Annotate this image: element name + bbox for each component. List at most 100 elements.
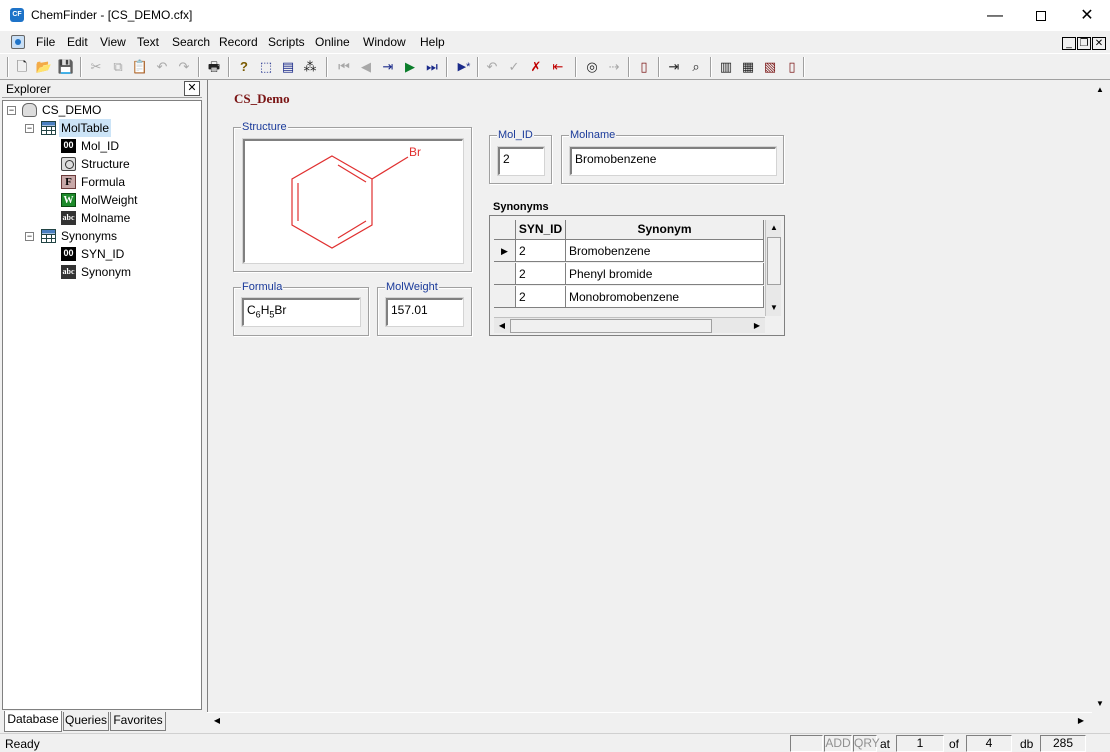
goto-record-icon[interactable]: ⇥ <box>379 58 397 76</box>
grid-hscroll-thumb[interactable] <box>510 319 712 333</box>
query-icon[interactable]: ⇥ <box>665 58 683 76</box>
tree-node-syn-id[interactable]: 00 SYN_ID <box>59 245 189 263</box>
subform-icon[interactable]: ▧ <box>761 58 779 76</box>
explorer-close-button[interactable]: ✕ <box>184 81 200 96</box>
new-icon[interactable]: 🗋 <box>13 58 31 76</box>
scroll-right-icon[interactable]: ▶ <box>1073 713 1089 729</box>
previous-record-icon[interactable]: ◀ <box>357 58 375 76</box>
tree-node-molname[interactable]: abc Molname <box>59 209 189 227</box>
select-icon[interactable]: ⬚ <box>257 58 275 76</box>
table-row[interactable]: Bromobenzene <box>566 240 764 262</box>
molweight-field[interactable]: 157.01 <box>385 297 464 327</box>
copy-icon[interactable]: ⧉ <box>109 58 127 76</box>
report-icon[interactable]: ▯ <box>783 58 801 76</box>
column-header-syn-id[interactable]: SYN_ID <box>516 220 566 240</box>
collapse-icon[interactable]: − <box>25 124 34 133</box>
row-selector[interactable] <box>494 286 516 308</box>
open-icon[interactable]: 📂 <box>35 58 53 76</box>
find-next-icon[interactable]: ⇢ <box>605 58 623 76</box>
table-row[interactable]: 2 <box>516 286 566 308</box>
magic-wand-icon[interactable]: ⁂ <box>301 58 319 76</box>
scroll-up-icon[interactable]: ▲ <box>766 220 782 236</box>
column-header-synonym[interactable]: Synonym <box>566 220 764 240</box>
undo-changes-icon[interactable]: ↶ <box>483 58 501 76</box>
scroll-right-icon[interactable]: ▶ <box>749 318 765 334</box>
molname-field[interactable]: Bromobenzene <box>569 146 777 176</box>
tree-node-molweight[interactable]: W MolWeight <box>59 191 189 209</box>
list-icon[interactable]: ▯ <box>635 58 653 76</box>
tab-database[interactable]: Database <box>4 711 62 732</box>
tab-queries[interactable]: Queries <box>63 712 109 731</box>
menu-edit[interactable]: Edit <box>67 35 88 49</box>
paste-form-icon[interactable]: ▦ <box>739 58 757 76</box>
mdi-minimize-button[interactable]: _ <box>1062 37 1076 50</box>
menu-online[interactable]: Online <box>315 35 350 49</box>
print-icon[interactable]: 🖶 <box>205 58 223 76</box>
last-record-icon[interactable]: ⏭ <box>423 58 441 76</box>
maximize-button[interactable] <box>1018 0 1064 31</box>
menu-search[interactable]: Search <box>172 35 210 49</box>
scroll-up-icon[interactable]: ▲ <box>1092 82 1108 98</box>
formula-field[interactable]: C6H5Br <box>241 297 361 327</box>
menu-file[interactable]: File <box>36 35 55 49</box>
mdi-close-button[interactable]: ✕ <box>1092 37 1106 50</box>
grid-vertical-scrollbar[interactable]: ▲ ▼ <box>765 220 781 316</box>
grid-horizontal-scrollbar[interactable]: ◀ ▶ <box>494 317 765 333</box>
bromine-atom-label: Br <box>409 145 421 159</box>
save-icon[interactable]: 💾 <box>57 58 75 76</box>
delete-record-icon[interactable]: ✗ <box>527 58 545 76</box>
redo-icon[interactable]: ↷ <box>175 58 193 76</box>
table-row[interactable]: Monobromobenzene <box>566 286 764 308</box>
find-icon[interactable]: ◎ <box>583 58 601 76</box>
table-row[interactable]: Phenyl bromide <box>566 263 764 285</box>
document-system-menu-icon[interactable] <box>11 35 25 49</box>
structure-box[interactable]: Br <box>242 138 464 264</box>
form-horizontal-scrollbar[interactable]: ◀ ▶ <box>207 712 1092 729</box>
paste-icon[interactable]: 📋 <box>131 58 149 76</box>
tree-node-mol-id[interactable]: 00 Mol_ID <box>59 137 189 155</box>
status-db-count: 285 <box>1040 735 1086 752</box>
new-record-icon[interactable]: ▶* <box>453 58 475 76</box>
first-record-icon[interactable]: ⏮ <box>335 58 353 76</box>
copy-form-icon[interactable]: ▥ <box>717 58 735 76</box>
collapse-icon[interactable]: − <box>25 232 34 241</box>
mol-id-field[interactable]: 2 <box>497 146 545 176</box>
insert-icon[interactable]: ⇤ <box>549 58 567 76</box>
tree-node-formula[interactable]: F Formula <box>59 173 189 191</box>
menu-help[interactable]: Help <box>420 35 445 49</box>
commit-icon[interactable]: ✓ <box>505 58 523 76</box>
form-icon[interactable]: ▤ <box>279 58 297 76</box>
mdi-restore-button[interactable]: ❐ <box>1077 37 1091 50</box>
scroll-down-icon[interactable]: ▼ <box>766 300 782 316</box>
table-row[interactable]: 2 <box>516 240 566 262</box>
menu-text[interactable]: Text <box>137 35 159 49</box>
tree-node-structure[interactable]: Structure <box>59 155 189 173</box>
scroll-down-icon[interactable]: ▼ <box>1092 696 1108 712</box>
menu-scripts[interactable]: Scripts <box>268 35 305 49</box>
minimize-button[interactable]: — <box>972 0 1018 31</box>
cut-icon[interactable]: ✂ <box>87 58 105 76</box>
row-selector[interactable] <box>494 263 516 285</box>
tree-node-synonyms[interactable]: − Synonyms <box>25 227 195 245</box>
scroll-left-icon[interactable]: ◀ <box>494 318 510 334</box>
status-record-position[interactable]: 1 <box>896 735 944 752</box>
row-selector[interactable]: ▶ <box>494 240 516 262</box>
table-row[interactable]: 2 <box>516 263 566 285</box>
tree-node-moltable[interactable]: − MolTable <box>25 119 195 137</box>
form-vertical-scrollbar[interactable]: ▲ ▼ <box>1092 80 1108 712</box>
undo-icon[interactable]: ↶ <box>153 58 171 76</box>
browse-icon[interactable]: ⌕ <box>687 58 705 76</box>
grid-scroll-thumb[interactable] <box>767 237 781 285</box>
collapse-icon[interactable]: − <box>7 106 16 115</box>
benzene-ring <box>291 155 409 249</box>
tree-node-synonym[interactable]: abc Synonym <box>59 263 189 281</box>
close-button[interactable]: ✕ <box>1064 0 1110 31</box>
menu-record[interactable]: Record <box>219 35 258 49</box>
menu-window[interactable]: Window <box>363 35 406 49</box>
next-record-icon[interactable]: ▶ <box>401 58 419 76</box>
menu-view[interactable]: View <box>100 35 126 49</box>
tree-node-root[interactable]: − CS_DEMO <box>7 101 197 119</box>
tab-favorites[interactable]: Favorites <box>110 712 166 731</box>
help-icon[interactable]: ? <box>235 58 253 76</box>
scroll-left-icon[interactable]: ◀ <box>209 713 225 729</box>
